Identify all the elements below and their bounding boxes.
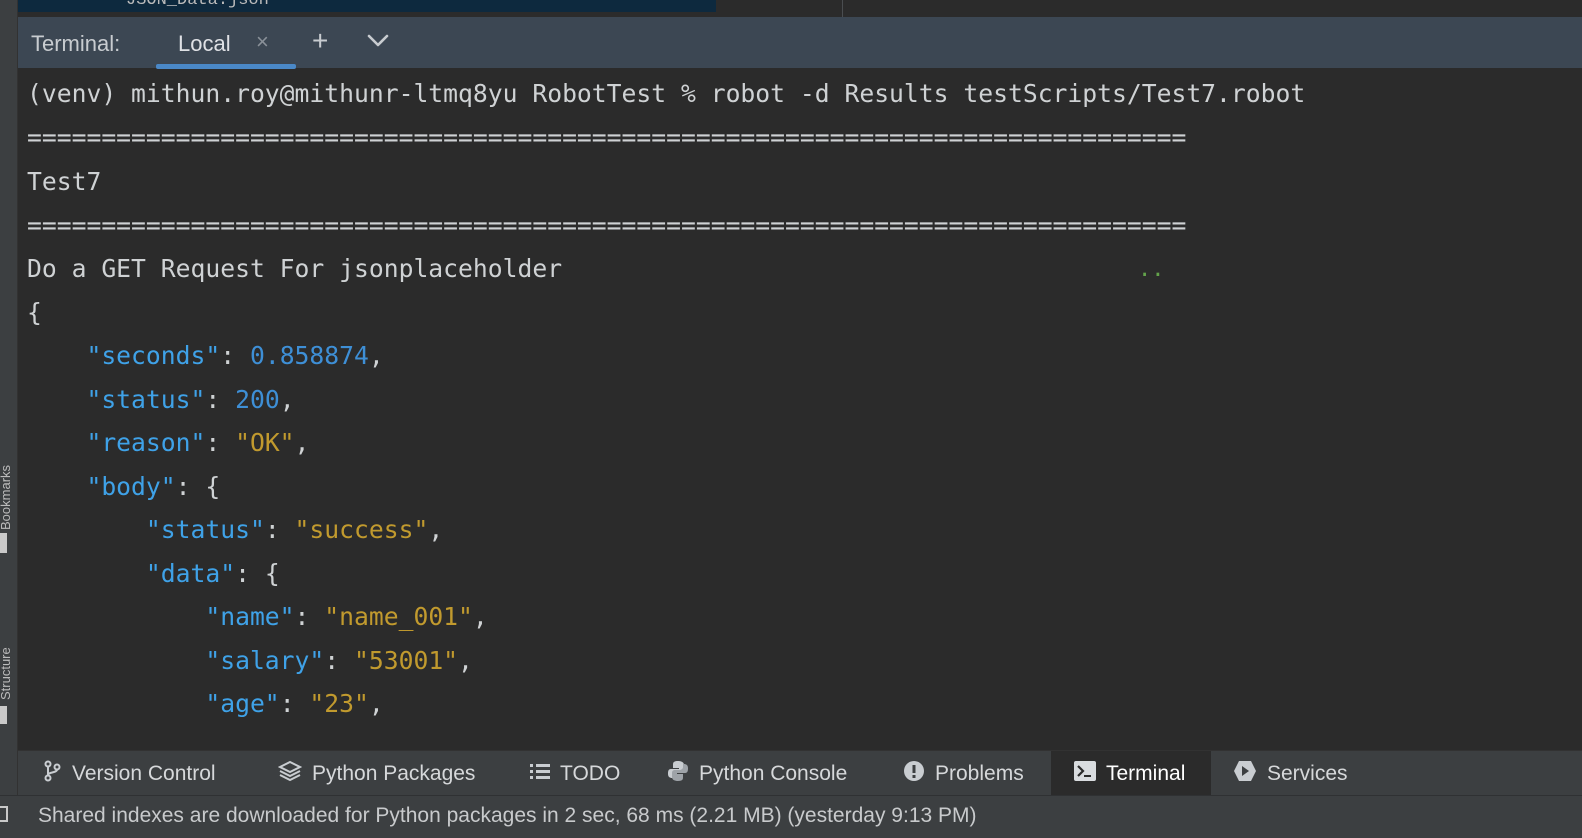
json-key: "name" [205, 602, 295, 631]
json-line-data: "data": { [27, 549, 280, 593]
json-comma: , [458, 646, 473, 675]
json-number-value: 200 [235, 385, 280, 414]
project-tree-strip: JSON_Data.json [18, 0, 1582, 17]
json-colon: : [294, 602, 325, 631]
json-brace: { [264, 559, 280, 588]
json-key: "reason" [86, 428, 206, 457]
json-key: "age" [205, 689, 280, 718]
left-tool-strip: Bookmarks Structure [0, 0, 18, 795]
todo-label: TODO [560, 761, 621, 785]
python-console-label: Python Console [699, 761, 848, 785]
json-colon: : [279, 689, 310, 718]
progress-dots: .. [1138, 257, 1165, 282]
problems-label: Problems [935, 761, 1024, 785]
toggle-tool-windows-icon[interactable] [0, 806, 8, 822]
json-line-body: "body": { [27, 462, 220, 506]
json-colon: : [324, 646, 354, 675]
version-control-tab[interactable]: Version Control [42, 751, 216, 796]
suite-name: Test7 [27, 167, 102, 196]
json-line-reason: "reason": "OK", [27, 418, 309, 462]
separator-line: ========================================… [27, 123, 1187, 152]
bookmark-icon [0, 533, 7, 553]
json-comma: , [294, 428, 310, 457]
json-brace: { [205, 472, 221, 501]
json-line-name: "name": "name_001", [27, 592, 488, 636]
separator-line: ========================================… [27, 211, 1187, 240]
terminal-tab[interactable]: Terminal [1051, 751, 1211, 796]
json-string-value: "OK" [235, 428, 295, 457]
selected-file-label[interactable]: JSON_Data.json [126, 0, 269, 10]
json-colon: : [205, 385, 236, 414]
services-icon [1233, 760, 1257, 788]
json-line-body-status: "status": "success", [27, 505, 443, 549]
chevron-down-icon[interactable] [365, 27, 391, 58]
bookmarks-tab[interactable]: Bookmarks [0, 410, 18, 530]
json-colon: : [220, 341, 250, 370]
python-console-tab[interactable]: Python Console [667, 751, 847, 796]
json-key: "seconds" [86, 341, 221, 370]
json-string-value: "name_001" [324, 602, 473, 631]
terminal-icon [1074, 760, 1096, 787]
tool-window-bar: Version Control Python Packages TODO Pyt… [18, 750, 1582, 796]
json-comma: , [368, 341, 384, 370]
json-key: "status" [145, 515, 265, 544]
panel-divider [842, 0, 843, 17]
terminal-title: Terminal: [31, 31, 121, 56]
python-packages-label: Python Packages [312, 761, 476, 785]
status-message[interactable]: Shared indexes are downloaded for Python… [38, 804, 977, 828]
json-colon: : [264, 515, 295, 544]
json-key: "salary" [205, 646, 325, 675]
json-line-status: "status": 200, [27, 375, 295, 419]
terminal-header: Terminal: Local × + [18, 17, 1582, 69]
test-case-line: Do a GET Request For jsonplaceholder [27, 254, 563, 283]
version-control-label: Version Control [72, 761, 216, 785]
json-string-value: "53001" [354, 646, 459, 675]
json-key: "status" [86, 385, 206, 414]
tab-local[interactable]: Local × [156, 17, 296, 69]
json-comma: , [472, 602, 488, 631]
branch-icon [42, 760, 62, 788]
command-line: (venv) mithun.roy@mithunr-ltmq8yu RobotT… [27, 79, 1306, 108]
close-icon[interactable]: × [256, 29, 269, 55]
json-colon: : [175, 472, 206, 501]
json-colon: : [205, 428, 236, 457]
json-key: "body" [86, 472, 176, 501]
problems-tab[interactable]: Problems [903, 751, 1024, 796]
json-comma: , [279, 385, 295, 414]
todo-tab[interactable]: TODO [530, 751, 620, 796]
tab-local-label: Local [178, 31, 231, 56]
json-comma: , [428, 515, 444, 544]
structure-tab[interactable]: Structure [0, 600, 18, 700]
warning-icon [903, 760, 925, 788]
terminal-output[interactable]: (venv) mithun.roy@mithunr-ltmq8yu RobotT… [18, 69, 1582, 750]
json-number-value: 0.858874 [249, 341, 369, 370]
json-open-brace: { [27, 298, 42, 327]
python-icon [667, 760, 689, 788]
status-bar: Shared indexes are downloaded for Python… [0, 795, 1582, 838]
json-comma: , [368, 689, 384, 718]
json-line-seconds: "seconds": 0.858874, [27, 331, 384, 375]
json-colon: : [235, 559, 265, 588]
terminal-label: Terminal [1106, 761, 1186, 785]
python-packages-tab[interactable]: Python Packages [277, 751, 476, 796]
json-line-salary: "salary": "53001", [27, 636, 473, 680]
services-tab[interactable]: Services [1233, 751, 1348, 796]
services-label: Services [1267, 761, 1348, 785]
plus-icon[interactable]: + [312, 25, 328, 57]
json-line-age: "age": "23", [27, 679, 384, 723]
json-string-value: "23" [309, 689, 369, 718]
json-string-value: "success" [294, 515, 429, 544]
structure-icon [0, 706, 7, 724]
list-icon [530, 762, 550, 786]
layers-icon [277, 760, 303, 788]
json-key: "data" [145, 559, 236, 588]
selected-file-row[interactable] [18, 0, 716, 12]
